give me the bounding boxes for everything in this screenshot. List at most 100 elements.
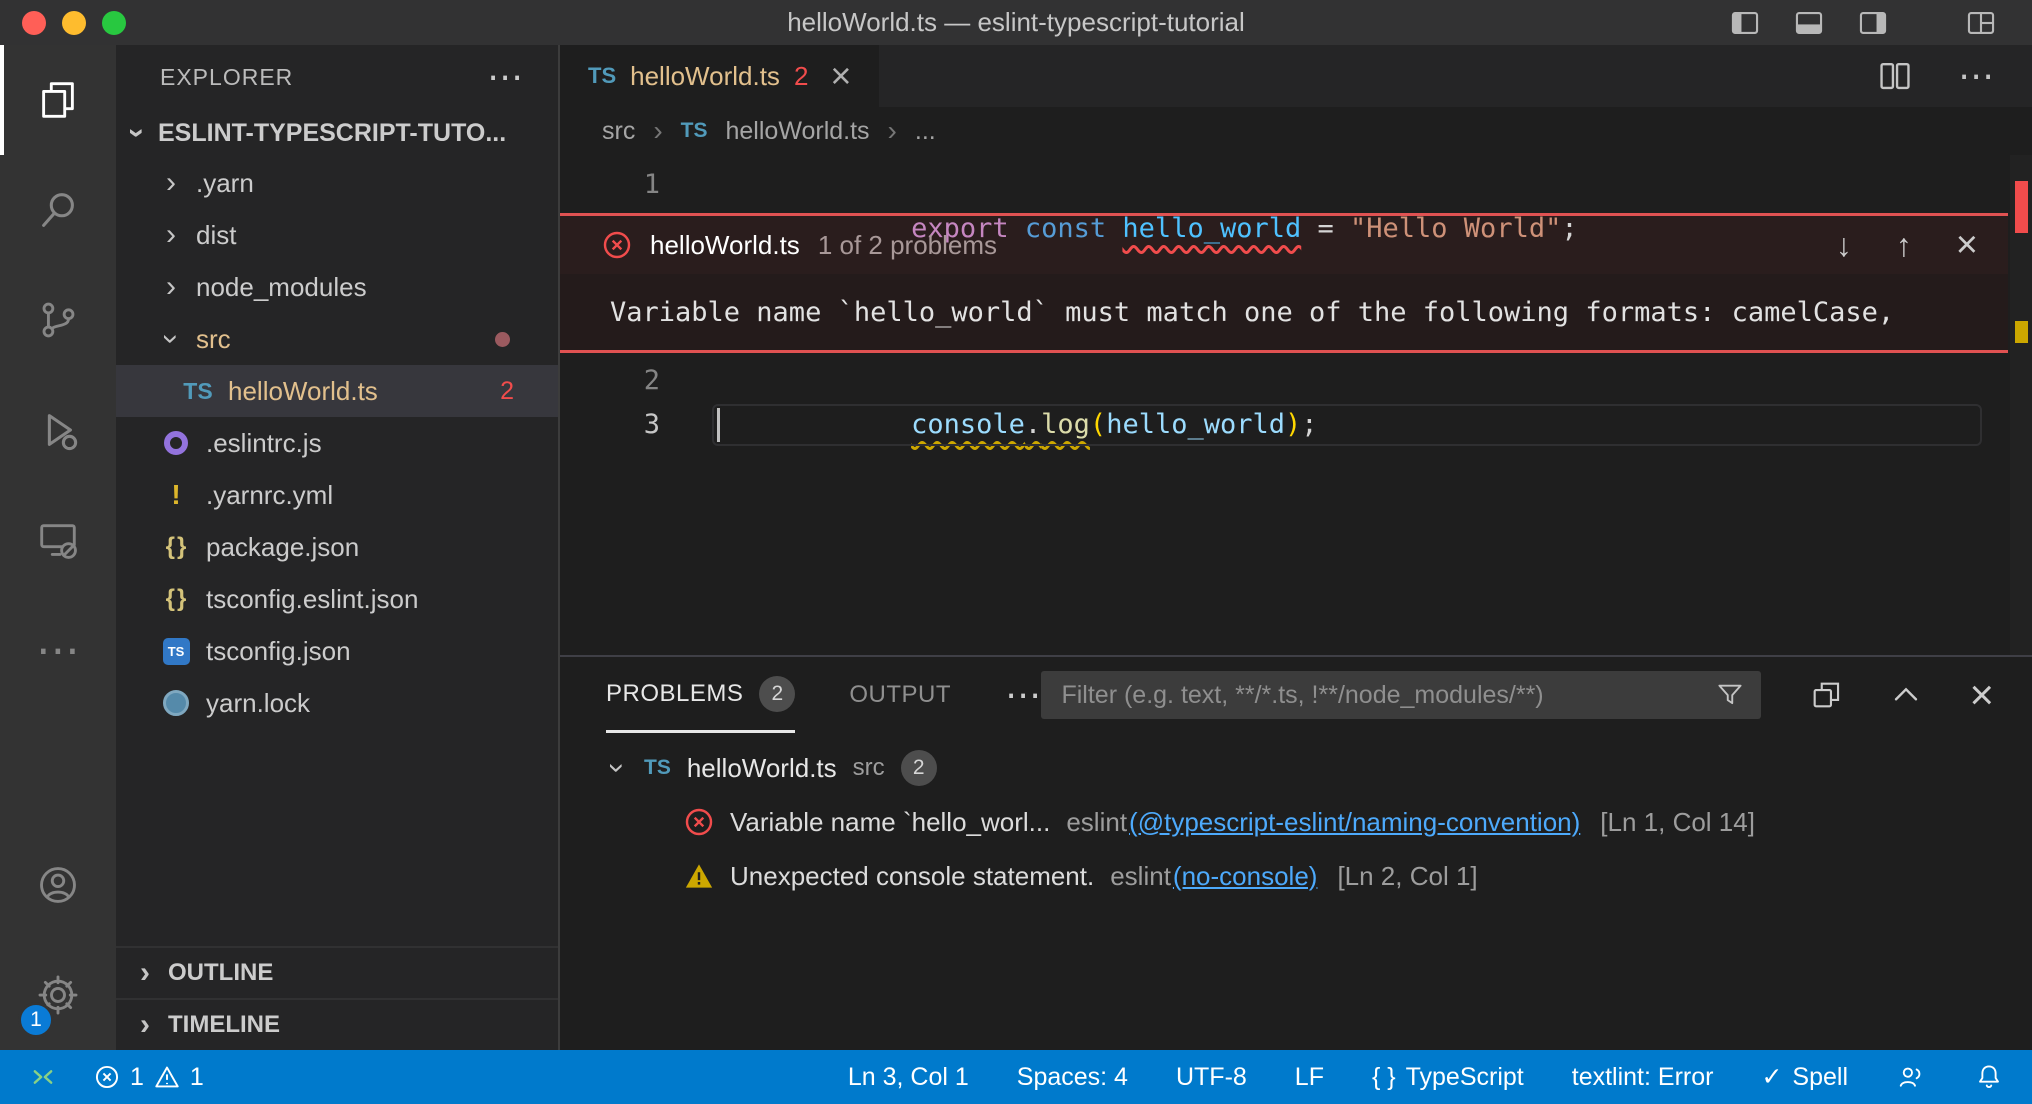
error-icon xyxy=(684,807,714,837)
file-row-yarnrc[interactable]: ! .yarnrc.yml xyxy=(116,469,558,521)
warning-triangle-icon xyxy=(154,1064,180,1090)
explorer-sidebar: EXPLORER ⋯ › ESLINT-TYPESCRIPT-TUTO... ›… xyxy=(116,45,560,1050)
maximize-window-button[interactable] xyxy=(102,11,126,35)
previous-problem-icon[interactable]: ↑ xyxy=(1896,227,1912,264)
spell-status[interactable]: ✓ Spell xyxy=(1737,1050,1872,1104)
filter-funnel-icon[interactable] xyxy=(1715,680,1745,710)
warning-icon xyxy=(684,861,714,891)
next-problem-icon[interactable]: ↓ xyxy=(1836,227,1852,264)
file-row-tsconfig[interactable]: TS tsconfig.json xyxy=(116,625,558,677)
problem-rule-link[interactable]: (no-console) xyxy=(1173,861,1318,892)
minimize-window-button[interactable] xyxy=(62,11,86,35)
token-string: "Hello World" xyxy=(1350,213,1561,244)
run-debug-view-button[interactable] xyxy=(0,375,116,485)
code-editor[interactable]: 1 export const hello_world = "Hello Worl… xyxy=(560,155,2032,655)
bell-icon xyxy=(1974,1062,2004,1092)
error-count: 1 xyxy=(130,1063,144,1092)
additional-views-button[interactable]: ⋯ xyxy=(0,595,116,705)
eslint-icon xyxy=(164,431,188,455)
editor-scrollbar[interactable] xyxy=(2010,155,2032,655)
problems-filter-input[interactable] xyxy=(1061,681,1715,710)
customize-layout-icon[interactable] xyxy=(1964,6,1998,40)
tab-problems-badge: 2 xyxy=(794,61,808,92)
folder-row-dist[interactable]: › dist xyxy=(116,209,558,261)
chevron-right-icon: › xyxy=(160,272,182,302)
eol-sequence[interactable]: LF xyxy=(1271,1050,1348,1104)
typescript-file-icon: TS xyxy=(681,119,708,143)
cursor-position[interactable]: Ln 3, Col 1 xyxy=(824,1050,993,1104)
indentation[interactable]: Spaces: 4 xyxy=(993,1050,1152,1104)
project-root-row[interactable]: › ESLINT-TYPESCRIPT-TUTO... xyxy=(116,109,558,157)
breadcrumb-file[interactable]: helloWorld.ts xyxy=(726,117,870,146)
folder-row-src[interactable]: › src xyxy=(116,313,558,365)
file-name: .yarnrc.yml xyxy=(206,480,333,511)
problems-file-group[interactable]: › TS helloWorld.ts src 2 xyxy=(560,741,2032,795)
chevron-down-icon: › xyxy=(122,122,152,144)
close-panel-icon[interactable]: × xyxy=(1969,674,1994,716)
file-name: tsconfig.json xyxy=(206,636,351,667)
language-mode[interactable]: { } TypeScript xyxy=(1348,1050,1548,1104)
token-equals: = xyxy=(1301,213,1350,244)
folder-row-node-modules[interactable]: › node_modules xyxy=(116,261,558,313)
search-view-button[interactable] xyxy=(0,155,116,265)
close-tab-icon[interactable]: × xyxy=(830,58,851,94)
explorer-more-button[interactable]: ⋯ xyxy=(487,56,524,98)
feedback-button[interactable] xyxy=(1872,1050,1950,1104)
chevron-down-icon: › xyxy=(156,328,186,350)
modified-dot-badge xyxy=(495,332,510,347)
breadcrumb-folder[interactable]: src xyxy=(602,117,635,146)
toggle-primary-sidebar-icon[interactable] xyxy=(1728,6,1762,40)
timeline-section-header[interactable]: › TIMELINE xyxy=(116,998,558,1050)
problems-status[interactable]: 1 1 xyxy=(76,1050,222,1104)
view-mode-icon[interactable] xyxy=(1809,678,1843,712)
vscode-window: helloWorld.ts — eslint-typescript-tutori… xyxy=(0,0,2032,1104)
file-row-package-json[interactable]: { } package.json xyxy=(116,521,558,573)
typescript-file-icon: TS xyxy=(183,378,212,405)
panel-more-tabs-icon[interactable]: ⋯ xyxy=(1005,674,1041,716)
group-count-badge: 2 xyxy=(901,750,937,786)
breadcrumb-symbol[interactable]: ... xyxy=(915,117,936,146)
toggle-panel-icon[interactable] xyxy=(1792,6,1826,40)
explorer-view-button[interactable] xyxy=(0,45,116,155)
more-icon: ⋯ xyxy=(36,625,80,676)
file-row-tsconfig-eslint[interactable]: { } tsconfig.eslint.json xyxy=(116,573,558,625)
accounts-button[interactable] xyxy=(0,830,116,940)
file-row-helloworld[interactable]: TS helloWorld.ts 2 xyxy=(116,365,558,417)
remote-explorer-view-button[interactable] xyxy=(0,485,116,595)
problem-row-warning[interactable]: Unexpected console statement. eslint(no-… xyxy=(560,849,2032,903)
remote-indicator[interactable] xyxy=(0,1050,76,1104)
tab-output[interactable]: OUTPUT xyxy=(849,657,951,733)
explorer-title: EXPLORER xyxy=(160,64,293,91)
notifications-button[interactable] xyxy=(1950,1050,2032,1104)
chevron-right-icon: › xyxy=(134,958,156,988)
file-row-eslintrc[interactable]: .eslintrc.js xyxy=(116,417,558,469)
peek-file-name: helloWorld.ts xyxy=(650,230,800,261)
token-variable-error: hello_world xyxy=(1122,213,1301,244)
problems-count-badge: 2 xyxy=(500,377,514,406)
tab-problems[interactable]: PROBLEMS 2 xyxy=(606,657,795,733)
source-control-view-button[interactable] xyxy=(0,265,116,375)
settings-button[interactable]: 1 xyxy=(0,940,116,1050)
problem-message: Unexpected console statement. xyxy=(730,861,1094,892)
outline-section-header[interactable]: › OUTLINE xyxy=(116,946,558,998)
folder-row-yarn[interactable]: › .yarn xyxy=(116,157,558,209)
textlint-status[interactable]: textlint: Error xyxy=(1548,1050,1738,1104)
problem-rule-link[interactable]: (@typescript-eslint/naming-convention) xyxy=(1129,807,1580,838)
close-window-button[interactable] xyxy=(22,11,46,35)
problem-location: [Ln 2, Col 1] xyxy=(1337,861,1477,892)
toggle-secondary-sidebar-icon[interactable] xyxy=(1856,6,1890,40)
close-peek-icon[interactable]: × xyxy=(1956,224,1978,267)
tab-helloworld[interactable]: TS helloWorld.ts 2 × xyxy=(560,45,879,107)
braces-icon: { } xyxy=(1372,1063,1396,1092)
more-actions-icon[interactable]: ⋯ xyxy=(1958,55,1994,97)
encoding[interactable]: UTF-8 xyxy=(1152,1050,1271,1104)
problem-location: [Ln 1, Col 14] xyxy=(1600,807,1755,838)
maximize-panel-icon[interactable] xyxy=(1889,678,1923,712)
file-row-yarn-lock[interactable]: yarn.lock xyxy=(116,677,558,729)
overview-warning-mark xyxy=(2015,321,2028,343)
problem-source: eslint xyxy=(1066,807,1127,838)
split-editor-icon[interactable] xyxy=(1876,57,1914,95)
project-name: ESLINT-TYPESCRIPT-TUTO... xyxy=(158,119,506,148)
error-circle-icon xyxy=(94,1064,120,1090)
problem-row-error[interactable]: Variable name `hello_worl... eslint(@typ… xyxy=(560,795,2032,849)
